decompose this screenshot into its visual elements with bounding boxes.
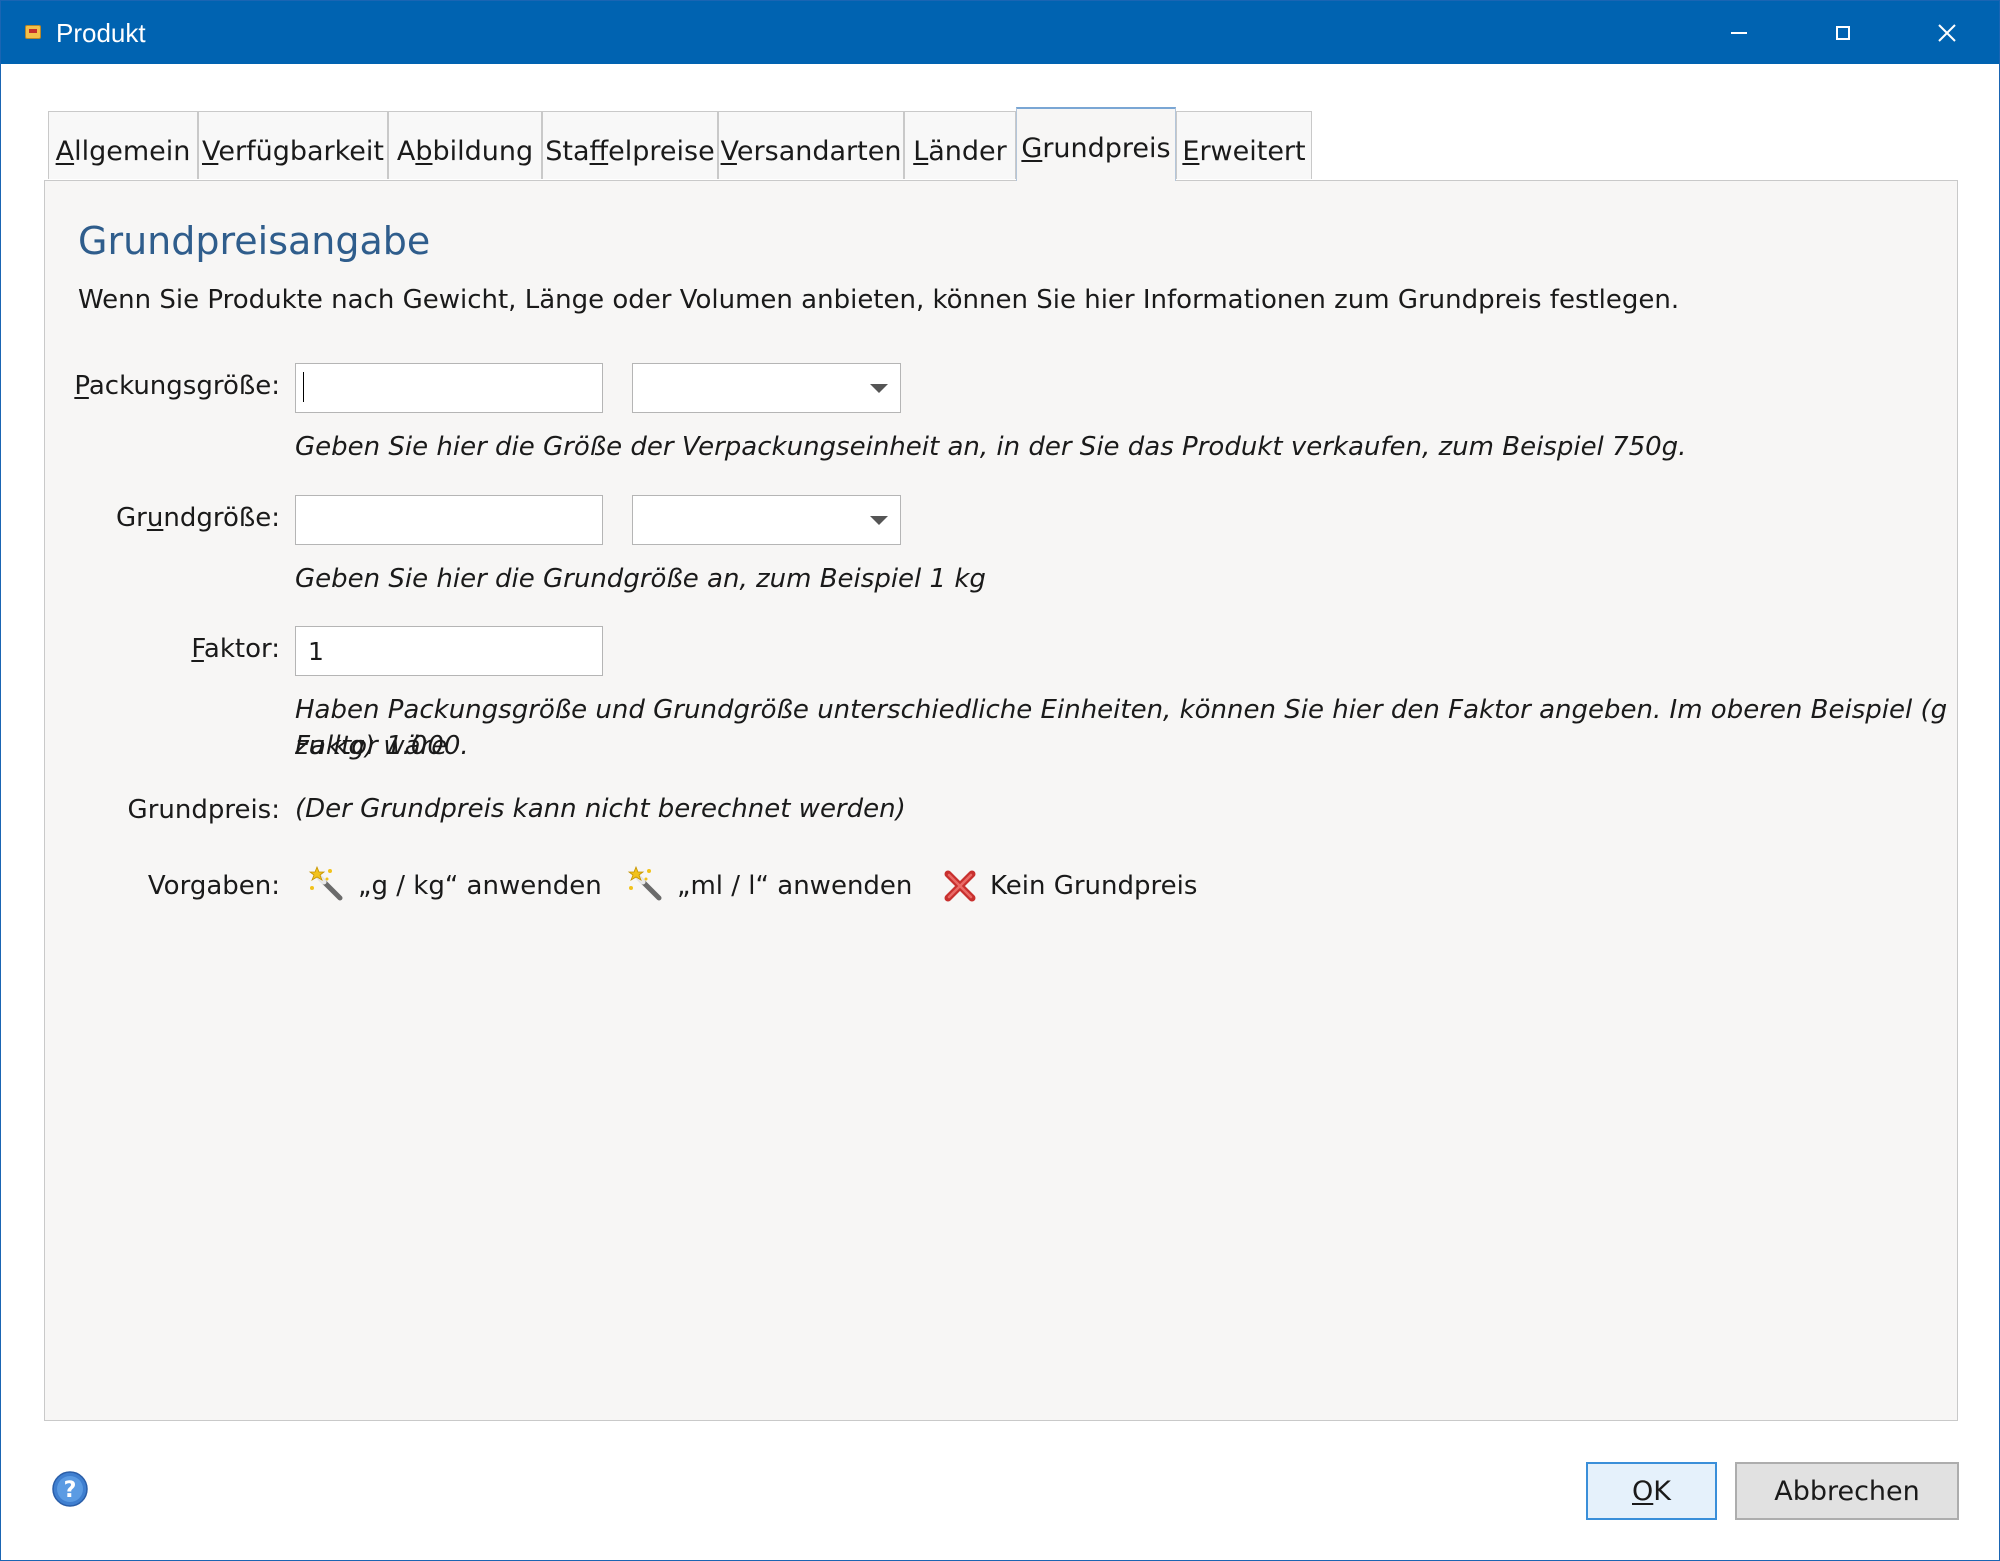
window-title: Produkt [56,18,146,48]
apply-ml-l-preset[interactable]: „ml / l“ anwenden [627,864,912,908]
tab-abbildung[interactable]: Abbildung [388,111,542,179]
faktor-hint-line2: Faktor 1.000. [295,731,469,761]
tab-laender[interactable]: Länder [904,111,1016,179]
tab-grundpreis[interactable]: Grundpreis [1016,107,1176,181]
product-app-icon [25,25,41,39]
minimize-icon [1731,31,1747,34]
faktor-hint-line1: Haben Packungsgröße und Grundgröße unter… [295,695,1948,761]
title-bar[interactable]: Produkt [1,1,1999,64]
tab-staffelpreise[interactable]: Staffelpreise [542,111,718,179]
chevron-down-icon [870,516,888,525]
magic-wand-icon [308,866,343,901]
packungsgroesse-label: Packungsgröße: [74,371,280,401]
chevron-down-icon [870,384,888,393]
maximize-button[interactable] [1791,1,1895,64]
magic-wand-icon [627,866,662,901]
no-grundpreis-preset[interactable]: Kein Grundpreis [940,864,1197,908]
packungsgroesse-input[interactable] [295,363,603,413]
faktor-input[interactable] [295,626,603,676]
section-heading: Grundpreisangabe [78,219,431,263]
packungsgroesse-unit-select[interactable] [632,363,901,413]
red-x-icon [944,870,976,902]
grundpreis-panel: Grundpreisangabe Wenn Sie Produkte nach … [44,180,1958,1421]
tab-verfuegbarkeit[interactable]: Verfügbarkeit [198,111,388,179]
text-caret [303,372,304,402]
faktor-label: Faktor: [191,634,280,664]
svg-text:?: ? [64,1478,77,1503]
tab-erweitert[interactable]: Erweitert [1176,111,1312,179]
tab-allgemein[interactable]: Allgemein [48,111,198,179]
grundpreis-label: Grundpreis: [127,795,280,825]
close-button[interactable] [1895,1,1999,64]
presets-label: Vorgaben: [147,871,280,901]
ok-button[interactable]: OK [1586,1462,1717,1520]
apply-g-kg-preset[interactable]: „g / kg“ anwenden [308,864,602,908]
cancel-button[interactable]: Abbrechen [1735,1462,1959,1520]
packungsgroesse-hint: Geben Sie hier die Größe der Verpackungs… [295,432,1687,462]
grundgroesse-unit-select[interactable] [632,495,901,545]
grundgroesse-label: Grundgröße: [116,503,280,533]
tab-versandarten[interactable]: Versandarten [718,111,904,179]
grundpreis-value: (Der Grundpreis kann nicht berechnet wer… [295,794,906,824]
grundgroesse-hint: Geben Sie hier die Grundgröße an, zum Be… [295,564,986,594]
help-icon[interactable]: ? [51,1470,89,1508]
product-dialog: Produkt Allgemein Verfügbarkeit Abbildun… [0,0,2000,1561]
grundgroesse-input[interactable] [295,495,603,545]
maximize-icon [1836,25,1850,40]
section-intro: Wenn Sie Produkte nach Gewicht, Länge od… [78,285,1680,315]
close-icon [1938,23,1956,42]
minimize-button[interactable] [1687,1,1791,64]
